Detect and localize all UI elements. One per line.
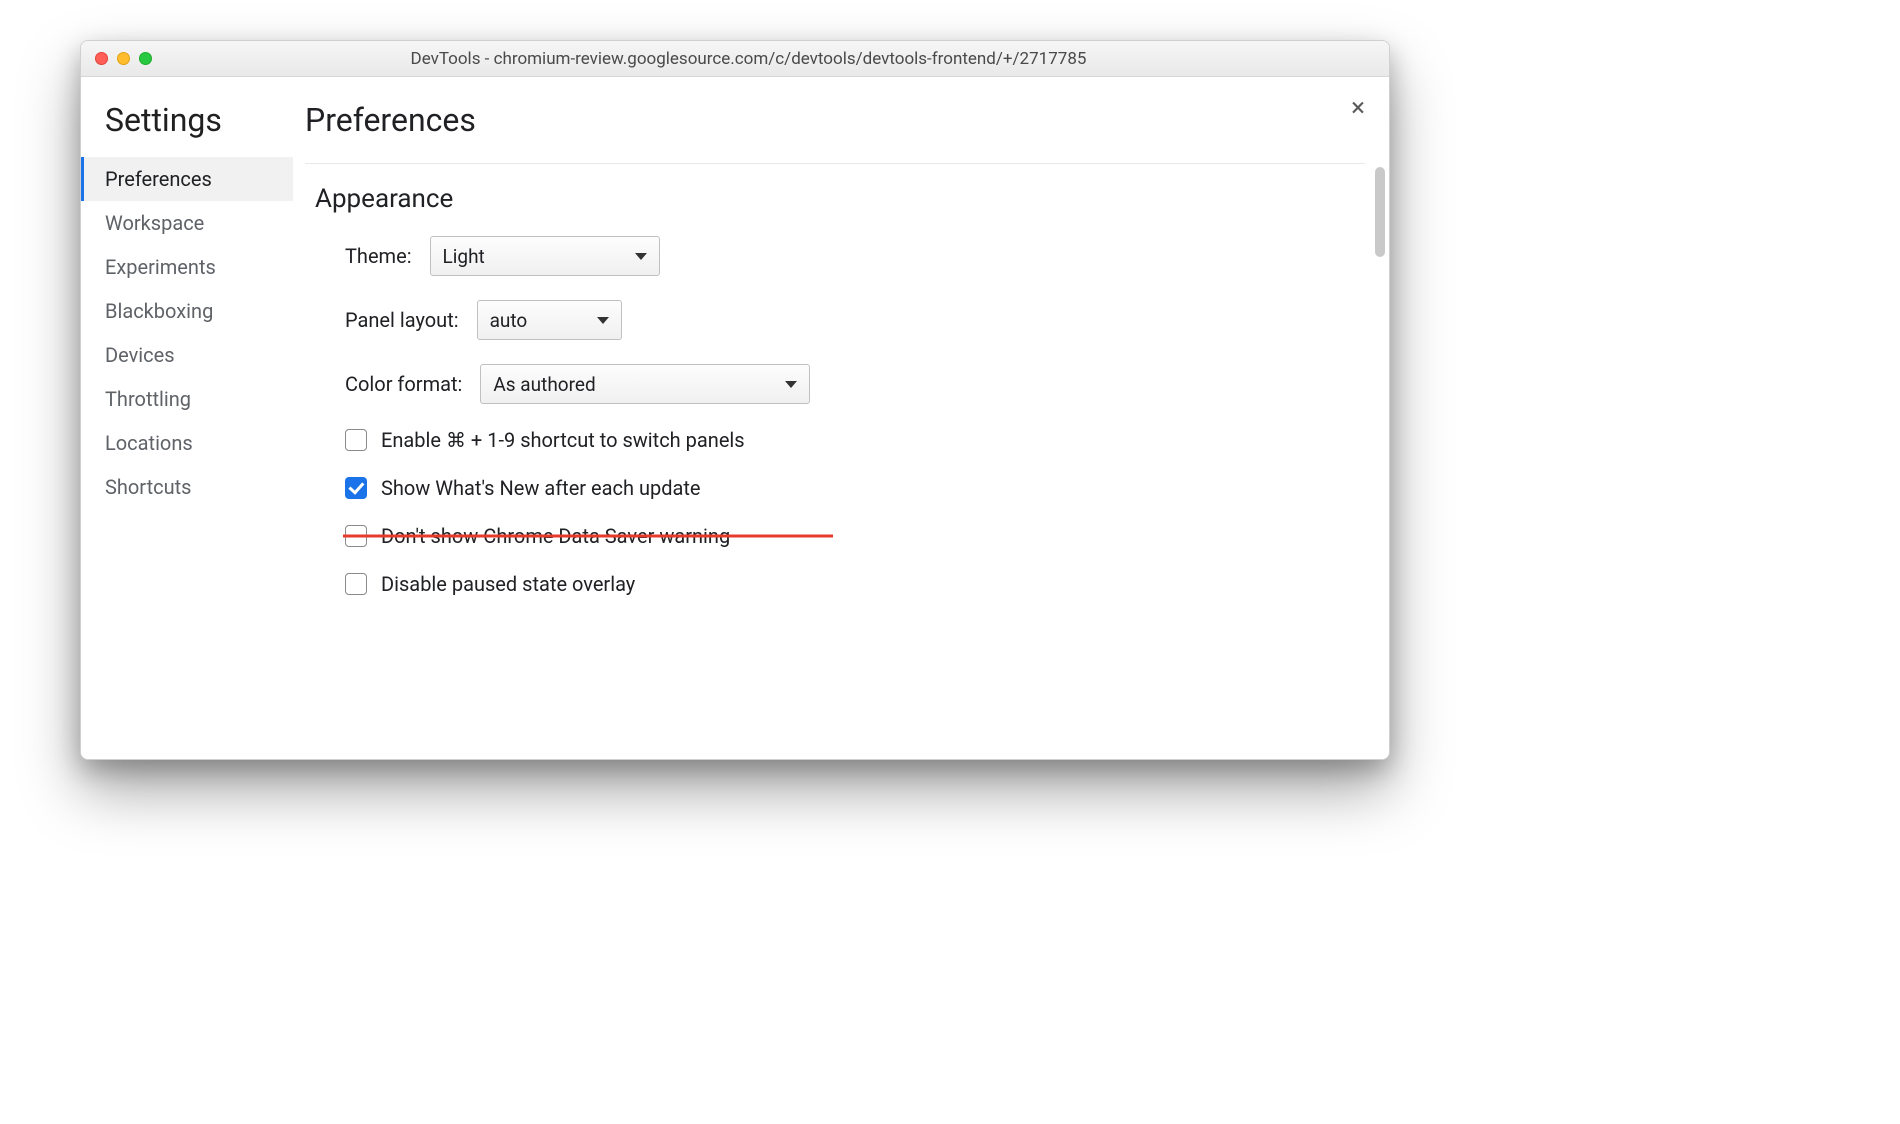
window-title: DevTools - chromium-review.googlesource.… (162, 49, 1375, 69)
sidebar-item-locations[interactable]: Locations (81, 421, 293, 465)
disable-paused-overlay-checkbox[interactable] (345, 573, 367, 595)
chevron-down-icon (635, 253, 647, 260)
color-format-label: Color format: (345, 372, 462, 396)
sidebar-item-devices[interactable]: Devices (81, 333, 293, 377)
page-title: Preferences (305, 101, 1365, 139)
client-area: × Settings Preferences Workspace Experim… (81, 77, 1389, 759)
strikethrough-annotation (343, 535, 833, 538)
theme-select[interactable]: Light (430, 236, 660, 276)
show-whats-new-label: Show What's New after each update (381, 476, 701, 500)
main-panel: Preferences Appearance Theme: Light Pane… (293, 77, 1389, 759)
section-appearance: Appearance (305, 184, 1365, 214)
sidebar-item-workspace[interactable]: Workspace (81, 201, 293, 245)
window: DevTools - chromium-review.googlesource.… (80, 40, 1390, 760)
titlebar: DevTools - chromium-review.googlesource.… (81, 41, 1389, 77)
sidebar-item-shortcuts[interactable]: Shortcuts (81, 465, 293, 509)
sidebar-item-preferences[interactable]: Preferences (81, 157, 293, 201)
panel-layout-select[interactable]: auto (477, 300, 622, 340)
zoom-window-icon[interactable] (139, 52, 152, 65)
minimize-window-icon[interactable] (117, 52, 130, 65)
sidebar-item-blackboxing[interactable]: Blackboxing (81, 289, 293, 333)
close-window-icon[interactable] (95, 52, 108, 65)
settings-sidebar: Settings Preferences Workspace Experimen… (81, 77, 293, 759)
color-format-select[interactable]: As authored (480, 364, 810, 404)
scrollbar[interactable] (1375, 167, 1385, 257)
show-whats-new-checkbox[interactable] (345, 477, 367, 499)
theme-label: Theme: (345, 244, 412, 268)
enable-shortcut-checkbox[interactable] (345, 429, 367, 451)
sidebar-item-throttling[interactable]: Throttling (81, 377, 293, 421)
close-icon[interactable]: × (1351, 95, 1365, 121)
panel-layout-label: Panel layout: (345, 308, 459, 332)
color-format-value: As authored (493, 373, 595, 396)
panel-layout-value: auto (490, 309, 528, 332)
sidebar-item-experiments[interactable]: Experiments (81, 245, 293, 289)
traffic-lights (95, 52, 152, 65)
chevron-down-icon (597, 317, 609, 324)
settings-heading: Settings (81, 101, 293, 157)
chevron-down-icon (785, 381, 797, 388)
theme-value: Light (443, 245, 485, 268)
disable-paused-overlay-label: Disable paused state overlay (381, 572, 635, 596)
enable-shortcut-label: Enable ⌘ + 1-9 shortcut to switch panels (381, 428, 745, 452)
